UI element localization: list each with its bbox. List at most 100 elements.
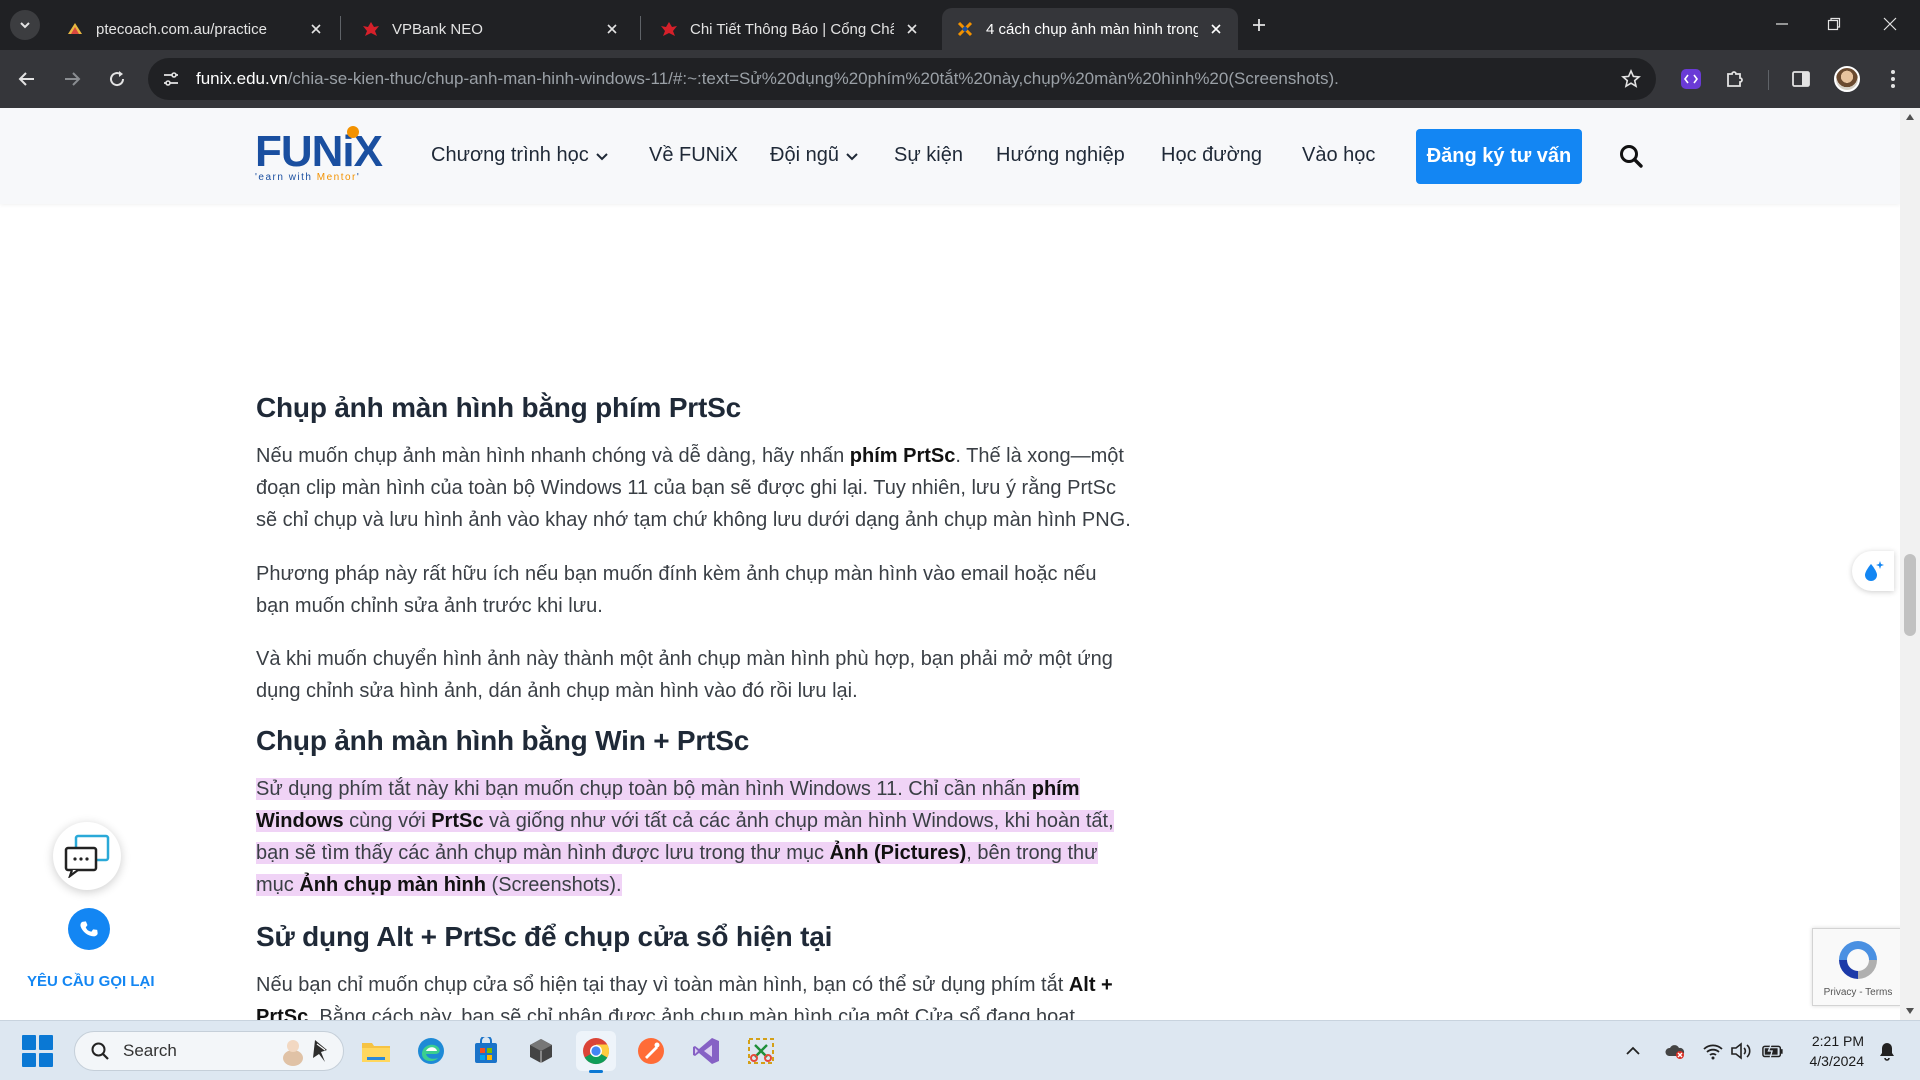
nav-su-kien[interactable]: Sự kiện bbox=[894, 144, 963, 167]
text-line: Nếu muốn chụp ảnh màn hình nhanh chóng v… bbox=[256, 440, 1166, 472]
taskbar-postman[interactable] bbox=[631, 1031, 671, 1071]
visual-studio-icon bbox=[693, 1038, 719, 1064]
site-info-icon[interactable] bbox=[158, 66, 184, 92]
text-run: bạn sẽ tìm thấy các ảnh chụp màn hình đư… bbox=[256, 842, 830, 864]
extensions-puzzle-icon[interactable] bbox=[1720, 64, 1750, 94]
funix-logo[interactable]: FUNiX 'earn with Mentor' bbox=[255, 126, 385, 186]
nav-ve-funix[interactable]: Về FUNiX bbox=[649, 144, 738, 167]
nav-doi-ngu[interactable]: Đội ngũ bbox=[770, 144, 859, 167]
tab-title: VPBank NEO bbox=[392, 20, 483, 38]
text-line: đoạn clip màn hình của toàn bộ Windows 1… bbox=[256, 477, 1117, 499]
taskbar-visual-studio[interactable] bbox=[686, 1031, 726, 1071]
bookmark-star-icon[interactable] bbox=[1618, 66, 1644, 92]
bold-text: PrtSc bbox=[256, 1006, 309, 1020]
taskbar-chrome[interactable] bbox=[576, 1031, 616, 1073]
reload-button[interactable] bbox=[100, 62, 134, 96]
search-placeholder: Search bbox=[123, 1041, 177, 1060]
extension-devtools-icon[interactable] bbox=[1676, 64, 1706, 94]
close-icon[interactable] bbox=[602, 19, 622, 39]
register-consult-button[interactable]: Đăng ký tư vấn bbox=[1416, 129, 1582, 184]
highlighted-text: Sử dụng phím tắt này khi bạn muốn chụp t… bbox=[256, 778, 1080, 800]
address-bar[interactable]: funix.edu.vn/chia-se-kien-thuc/chup-anh-… bbox=[148, 58, 1656, 100]
nav-label: Chương trình học bbox=[431, 144, 589, 166]
tab-title: Chi Tiết Thông Báo | Cổng Chân bbox=[690, 20, 894, 38]
battery-icon[interactable] bbox=[1762, 1040, 1784, 1062]
nav-chuong-trinh-hoc[interactable]: Chương trình học bbox=[431, 144, 609, 167]
nav-vao-hoc[interactable]: Vào học bbox=[1302, 144, 1375, 167]
minimize-button[interactable] bbox=[1752, 0, 1812, 48]
text-line: bạn sẽ tìm thấy các ảnh chụp màn hình đư… bbox=[256, 837, 1166, 869]
back-button[interactable] bbox=[10, 62, 44, 96]
bold-text: Ảnh chụp màn hình bbox=[299, 874, 486, 896]
nav-huong-nghiep[interactable]: Hướng nghiệp bbox=[996, 144, 1125, 167]
kebab-menu-icon[interactable] bbox=[1878, 64, 1908, 94]
page-viewport: Chụp ảnh màn hình bằng phím PrtSc Nếu mu… bbox=[0, 108, 1920, 1020]
postman-icon bbox=[638, 1038, 664, 1064]
chat-bubbles-icon bbox=[64, 834, 110, 878]
taskbar-unity[interactable] bbox=[521, 1031, 561, 1071]
close-icon[interactable] bbox=[902, 19, 922, 39]
taskbar-snipping-tool[interactable] bbox=[741, 1031, 781, 1071]
windows-start-icon[interactable] bbox=[22, 1035, 54, 1067]
text-run: và giống như với tất cả các ảnh chụp màn… bbox=[483, 810, 1114, 832]
callback-request-label[interactable]: YÊU CẦU GỌI LẠI bbox=[27, 973, 155, 990]
system-clock[interactable]: 2:21 PM 4/3/2024 bbox=[1794, 1031, 1865, 1071]
new-tab-button[interactable] bbox=[1244, 10, 1274, 40]
forward-button[interactable] bbox=[55, 62, 89, 96]
heading-alt-prtsc: Sử dụng Alt + PrtSc để chụp cửa sổ hiện … bbox=[256, 921, 833, 952]
taskbar-store[interactable] bbox=[466, 1031, 506, 1071]
close-icon[interactable] bbox=[1206, 19, 1226, 39]
text-run: . Thế là xong—một bbox=[955, 445, 1124, 467]
cube-icon bbox=[530, 1039, 552, 1063]
nav-label: Đội ngũ bbox=[770, 144, 839, 166]
text-run: Nếu bạn chỉ muốn chụp cửa sổ hiện tại th… bbox=[256, 974, 1069, 996]
text-run: , bên trong thư bbox=[966, 842, 1098, 864]
onedrive-sync-icon[interactable] bbox=[1664, 1040, 1686, 1062]
scrollbar-thumb[interactable] bbox=[1904, 554, 1916, 636]
volume-icon[interactable] bbox=[1730, 1040, 1752, 1062]
notification-bell-icon[interactable] bbox=[1876, 1039, 1898, 1063]
text-line: mục Ảnh chụp màn hình (Screenshots). bbox=[256, 869, 1166, 901]
bold-text: Windows bbox=[256, 810, 344, 832]
page-scrollbar[interactable] bbox=[1900, 108, 1920, 1020]
callback-phone-button[interactable] bbox=[68, 908, 110, 950]
text-line: dụng chỉnh sửa hình ảnh, dán ảnh chụp mà… bbox=[256, 680, 858, 702]
search-icon[interactable] bbox=[1617, 142, 1645, 170]
wifi-icon[interactable] bbox=[1702, 1040, 1724, 1062]
taskbar-edge[interactable] bbox=[411, 1031, 451, 1071]
scroll-up-arrow[interactable] bbox=[1906, 114, 1914, 120]
restore-button[interactable] bbox=[1804, 0, 1864, 48]
close-icon[interactable] bbox=[306, 19, 326, 39]
nav-label: Sự kiện bbox=[894, 144, 963, 166]
highlighted-text: bạn sẽ tìm thấy các ảnh chụp màn hình đư… bbox=[256, 842, 1098, 864]
toolbar-divider bbox=[1768, 70, 1769, 90]
tab-thong-bao[interactable]: Chi Tiết Thông Báo | Cổng Chân bbox=[646, 8, 934, 50]
scroll-down-arrow[interactable] bbox=[1906, 1008, 1914, 1014]
vpbank-icon bbox=[660, 20, 678, 38]
recaptcha-privacy-terms[interactable]: Privacy - Terms bbox=[1813, 987, 1903, 998]
taskbar-file-explorer[interactable] bbox=[356, 1031, 396, 1071]
taskbar-search-box[interactable]: Search bbox=[74, 1031, 344, 1071]
chat-widget-button[interactable] bbox=[53, 822, 121, 890]
text-run: Nếu muốn chụp ảnh màn hình nhanh chóng v… bbox=[256, 445, 850, 467]
text-run: cùng với bbox=[343, 810, 432, 832]
minimize-icon bbox=[1776, 23, 1788, 25]
arrow-right-icon bbox=[65, 72, 81, 86]
profile-avatar[interactable] bbox=[1834, 66, 1860, 92]
side-panel-icon[interactable] bbox=[1786, 64, 1816, 94]
tray-overflow-chevron-up-icon[interactable] bbox=[1622, 1040, 1644, 1062]
side-helper-widget[interactable] bbox=[1852, 551, 1894, 591]
url-text[interactable]: funix.edu.vn/chia-se-kien-thuc/chup-anh-… bbox=[196, 69, 1339, 89]
tab-funix-active[interactable]: 4 cách chụp ảnh màn hình trong bbox=[942, 8, 1238, 50]
plus-icon bbox=[1253, 19, 1265, 31]
paragraph-prtsc: Nếu muốn chụp ảnh màn hình nhanh chóng v… bbox=[256, 440, 1166, 536]
tab-ptecoach[interactable]: ptecoach.com.au/practice bbox=[52, 8, 338, 50]
close-window-button[interactable] bbox=[1860, 0, 1920, 48]
text-run: Sử dụng phím tắt này khi bạn muốn chụp t… bbox=[256, 778, 1032, 800]
tab-vpbank[interactable]: VPBank NEO bbox=[348, 8, 634, 50]
bold-text: phím bbox=[1031, 778, 1080, 800]
funix-icon bbox=[956, 20, 974, 38]
tab-search-button[interactable] bbox=[10, 10, 40, 40]
nav-hoc-duong[interactable]: Học đường bbox=[1161, 144, 1262, 167]
recaptcha-badge[interactable]: Privacy - Terms bbox=[1812, 928, 1902, 1006]
